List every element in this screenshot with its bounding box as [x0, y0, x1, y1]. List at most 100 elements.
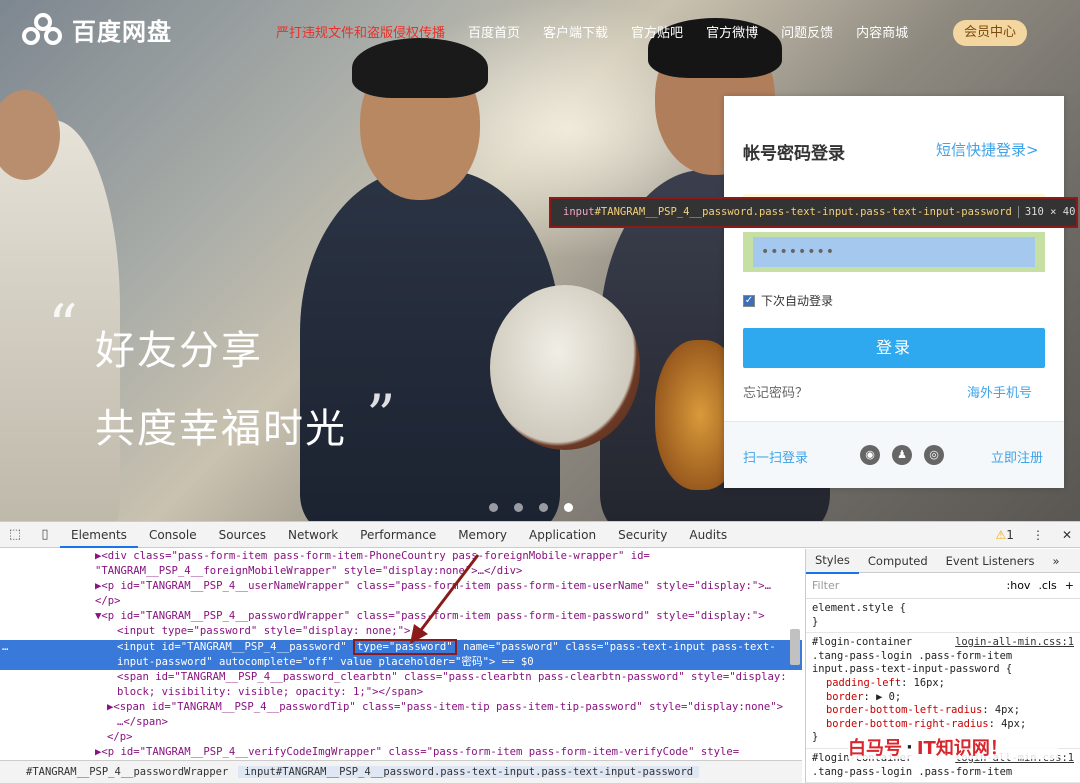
login-card: 帐号密码登录 短信快捷登录> ✓ 下次自动登录 登录 忘记密码？ 海外手机号 扫…	[724, 96, 1064, 488]
css-rule-password-input[interactable]: #login-container login-all-min.css:1 .tan…	[806, 633, 1080, 749]
warning-icon: ⚠	[995, 528, 1007, 542]
css-property-value[interactable]: ▶ 0;	[876, 691, 901, 703]
tab-computed[interactable]: Computed	[859, 549, 937, 573]
baidu-pan-logo[interactable]: 百度网盘	[22, 12, 172, 47]
carousel-dot[interactable]	[489, 503, 498, 512]
dom-node-line[interactable]: …</span>	[0, 715, 802, 730]
rule-selector-2: .tang-pass-login .pass-form-item	[812, 649, 1013, 662]
devtools-inspect-tooltip: input#TANGRAM__PSP_4__password.pass-text…	[549, 197, 1078, 228]
selected-node-part-2: name="password" class="pass-text-input p…	[456, 640, 776, 653]
hover-state-toggle[interactable]: :hov	[1007, 579, 1031, 592]
elements-scrollbar[interactable]	[790, 629, 800, 665]
dom-node-selected-wrap[interactable]: input-password" autocomplete="off" value…	[0, 654, 802, 670]
tab-elements[interactable]: Elements	[60, 522, 138, 548]
add-rule-icon[interactable]: +	[1065, 579, 1074, 592]
breadcrumb-item-current[interactable]: input#TANGRAM__PSP_4__password.pass-text…	[238, 766, 700, 778]
more-menu-icon[interactable]: ⋮	[1032, 522, 1044, 548]
inspect-tooltip-size: 310 × 40	[1017, 206, 1076, 218]
styles-filter-input[interactable]: Filter	[812, 579, 999, 592]
wechat-icon[interactable]: ◎	[924, 445, 944, 465]
css-property-name[interactable]: border-bottom-left-radius	[812, 704, 982, 716]
tab-styles[interactable]: Styles	[806, 549, 859, 574]
rule-selector-1: #login-container	[812, 636, 913, 649]
dom-node-line[interactable]: ▶<p id="TANGRAM__PSP_4__verifyCodeImgWra…	[0, 745, 802, 760]
forgot-password-link[interactable]: 忘记密码？	[743, 382, 808, 401]
styles-filter-bar: Filter :hov .cls +	[806, 573, 1080, 599]
quote-open-mark: “	[48, 292, 78, 360]
quote-close-mark: ”	[366, 382, 396, 450]
nav-link-baidu-home[interactable]: 百度首页	[468, 22, 520, 41]
tab-console[interactable]: Console	[138, 522, 208, 548]
watermark-part-2: IT知识网！	[916, 738, 1008, 759]
dom-node-selected[interactable]: … <input id="TANGRAM__PSP_4__password" ty…	[0, 638, 802, 655]
dom-node-line[interactable]: "TANGRAM__PSP_4__foreignMobileWrapper" s…	[0, 564, 802, 579]
scan-login-link[interactable]: 扫一扫登录	[743, 447, 808, 466]
nav-link-anti-piracy[interactable]: 严打违规文件和盗版侵权传播	[276, 22, 445, 41]
main-nav: 严打违规文件和盗版侵权传播 百度首页 客户端下载 官方贴吧 官方微博 问题反馈 …	[276, 22, 931, 41]
carousel-dot[interactable]	[539, 503, 548, 512]
class-toggle[interactable]: .cls	[1038, 579, 1056, 592]
logo-text: 百度网盘	[72, 18, 172, 46]
carousel-dot-active[interactable]	[564, 503, 573, 512]
watermark: 白马号 · IT知识网！	[848, 735, 1058, 759]
dom-node-line[interactable]: ▶<div class="pass-form-item pass-form-it…	[0, 549, 802, 564]
overseas-phone-link[interactable]: 海外手机号	[967, 382, 1032, 401]
inspect-tooltip-tag: input	[563, 206, 595, 218]
tab-security[interactable]: Security	[607, 522, 678, 548]
dom-node-line[interactable]: </p>	[0, 730, 802, 745]
watermark-part-1: 白马号	[848, 738, 902, 759]
warning-badge[interactable]: ⚠1	[996, 522, 1014, 548]
checkbox-checked-icon[interactable]: ✓	[743, 294, 755, 307]
more-tabs-icon[interactable]: »	[1044, 549, 1069, 573]
watermark-sep: ·	[906, 736, 913, 758]
vip-center-button[interactable]: 会员中心	[953, 20, 1027, 46]
nav-link-feedback[interactable]: 问题反馈	[781, 22, 833, 41]
tab-memory[interactable]: Memory	[447, 522, 518, 548]
nav-link-content-store[interactable]: 内容商城	[856, 22, 908, 41]
weibo-icon[interactable]: ◉	[860, 445, 880, 465]
dom-node-line[interactable]: </p>	[0, 594, 802, 609]
dom-node-line[interactable]: <input type="password" style="display: n…	[0, 624, 802, 639]
dom-node-line[interactable]: block; visibility: visible; opacity: 1;"…	[0, 685, 802, 700]
tab-performance[interactable]: Performance	[349, 522, 447, 548]
breadcrumb-item[interactable]: #TANGRAM__PSP_4__passwordWrapper	[26, 766, 228, 778]
css-property-name[interactable]: border-bottom-right-radius	[812, 718, 989, 730]
rule-source-link[interactable]: login-all-min.css:1	[955, 636, 1074, 650]
element-style-selector: element.style {	[812, 602, 906, 614]
qq-icon[interactable]: ♟	[892, 445, 912, 465]
inspect-element-icon[interactable]: ⬚	[0, 527, 30, 542]
nav-link-client-download[interactable]: 客户端下载	[543, 22, 608, 41]
dom-node-line[interactable]: ▼<p id="TANGRAM__PSP_4__passwordWrapper"…	[0, 609, 802, 624]
login-footer: 扫一扫登录 ◉ ♟ ◎ 立即注册	[724, 421, 1064, 488]
password-field-highlight	[743, 232, 1045, 272]
nav-link-official-tieba[interactable]: 官方贴吧	[631, 22, 683, 41]
tab-network[interactable]: Network	[277, 522, 349, 548]
close-devtools-icon[interactable]: ✕	[1062, 522, 1072, 548]
devtools-tab-bar: ⬚ ▯ Elements Console Sources Network Per…	[0, 522, 1080, 548]
tab-event-listeners[interactable]: Event Listeners	[937, 549, 1044, 573]
remember-me[interactable]: ✓ 下次自动登录	[743, 292, 833, 309]
device-toggle-icon[interactable]: ▯	[30, 527, 60, 542]
tab-audits[interactable]: Audits	[678, 522, 738, 548]
node-actions-icon[interactable]: …	[2, 640, 8, 655]
css-property-name[interactable]: border	[812, 691, 864, 703]
nav-link-official-weibo[interactable]: 官方微博	[706, 22, 758, 41]
css-property-name[interactable]: padding-left	[812, 677, 901, 689]
css-property-value[interactable]: 4px;	[1001, 718, 1026, 730]
login-title: 帐号密码登录	[743, 144, 845, 164]
cloud-logo-icon	[22, 12, 64, 47]
dom-node-line[interactable]: ▶<span id="TANGRAM__PSP_4__passwordTip" …	[0, 700, 802, 715]
login-button[interactable]: 登录	[743, 328, 1045, 368]
password-input[interactable]	[753, 237, 1035, 267]
carousel-dot[interactable]	[514, 503, 523, 512]
dom-node-line[interactable]: ▶<p id="TANGRAM__PSP_4__userNameWrapper"…	[0, 579, 802, 594]
css-property-value[interactable]: 16px;	[914, 677, 945, 689]
css-property-value[interactable]: 4px;	[995, 704, 1020, 716]
tab-sources[interactable]: Sources	[208, 522, 277, 548]
dom-node-line[interactable]: <span id="TANGRAM__PSP_4__password_clear…	[0, 670, 802, 685]
register-link[interactable]: 立即注册	[991, 447, 1043, 466]
tab-application[interactable]: Application	[518, 522, 607, 548]
top-nav-bar: 百度网盘 严打违规文件和盗版侵权传播 百度首页 客户端下载 官方贴吧 官方微博 …	[0, 0, 1080, 64]
element-style-rule[interactable]: element.style { }	[806, 599, 1080, 634]
sms-login-link[interactable]: 短信快捷登录>	[936, 139, 1039, 160]
